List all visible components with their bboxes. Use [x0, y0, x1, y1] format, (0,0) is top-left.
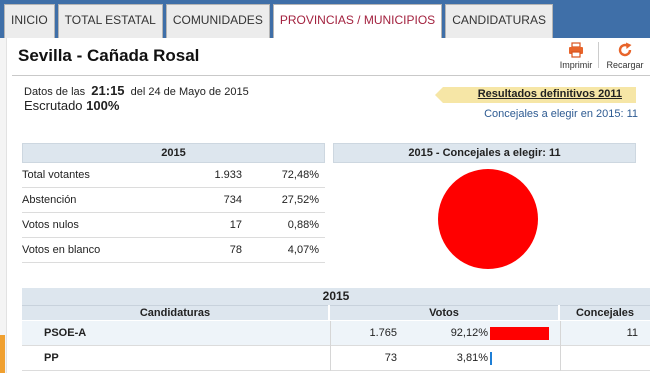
summary-percentage: 72,48%: [281, 169, 319, 181]
summary-percentage: 27,52%: [281, 194, 319, 206]
column-header-party: Candidaturas: [22, 305, 328, 320]
data-date: del 24 de Mayo de 2015: [130, 86, 249, 98]
print-button[interactable]: Imprimir: [554, 42, 598, 70]
top-navigation-bar: INICIO TOTAL ESTATAL COMUNIDADES PROVINC…: [0, 0, 650, 39]
table-row: PP 73 3,81%: [22, 346, 650, 371]
previous-results-label: Resultados definitivos 2011: [477, 88, 622, 100]
summary-label: Total votantes: [22, 169, 90, 181]
summary-value: 17: [229, 219, 242, 231]
summary-percentage: 4,07%: [287, 244, 319, 256]
print-label: Imprimir: [559, 60, 593, 70]
summary-row: Abstención 734 27,52%: [22, 188, 325, 213]
party-seats: 11: [626, 327, 638, 339]
summary-value: 78: [229, 244, 242, 256]
seats-pie-chart: [438, 169, 538, 269]
left-side-strip: [0, 38, 7, 373]
vote-share-bar-track: [490, 327, 554, 340]
reload-button[interactable]: Recargar: [603, 42, 647, 70]
column-header-votes: Votos: [330, 305, 558, 320]
party-percentage: 92,12%: [450, 327, 488, 339]
reload-label: Recargar: [606, 60, 644, 70]
vote-share-bar: [490, 352, 492, 365]
summary-label: Abstención: [22, 194, 77, 206]
tab-strip: INICIO TOTAL ESTATAL COMUNIDADES PROVINC…: [4, 4, 556, 39]
tab-inicio[interactable]: INICIO: [4, 4, 55, 38]
pie-slice: [438, 169, 538, 269]
date-prefix: Datos de las: [24, 86, 86, 98]
title-divider: [12, 75, 650, 76]
action-divider: [598, 42, 599, 68]
tab-provincias-municipios[interactable]: PROVINCIAS / MUNICIPIOS: [272, 4, 443, 39]
summary-label: Votos en blanco: [22, 244, 101, 256]
table-row: PSOE-A 1.765 92,12% 11: [22, 321, 650, 346]
column-divider: [560, 321, 561, 371]
seats-to-elect-note: Concejales a elegir en 2015: 11: [484, 108, 638, 120]
scrutiny-value: 100%: [86, 98, 120, 113]
column-header-seats: Concejales: [560, 305, 650, 320]
page-title: Sevilla - Cañada Rosal: [18, 46, 200, 65]
summary-value: 1.933: [214, 169, 242, 181]
previous-results-link[interactable]: Resultados definitivos 2011: [435, 87, 636, 103]
data-time: 21:15: [91, 83, 125, 98]
party-percentage: 3,81%: [456, 352, 488, 364]
main-content: Sevilla - Cañada Rosal Imprimir Recargar…: [0, 38, 650, 373]
vote-share-bar-track: [490, 352, 554, 365]
party-name: PP: [44, 352, 59, 364]
results-table-title: 2015: [22, 288, 650, 305]
seats-chart-header: 2015 - Concejales a elegir: 11: [333, 143, 636, 163]
summary-label: Votos nulos: [22, 219, 79, 231]
vote-share-bar: [490, 327, 549, 340]
scrutiny-label: Escrutado: [24, 98, 83, 113]
summary-value: 734: [223, 194, 242, 206]
column-divider: [330, 321, 331, 371]
summary-row: Votos en blanco 78 4,07%: [22, 238, 325, 263]
printer-icon: [569, 42, 583, 58]
tab-comunidades[interactable]: COMUNIDADES: [165, 4, 270, 38]
tab-total-estatal[interactable]: TOTAL ESTATAL: [57, 4, 163, 38]
party-votes: 1.765: [369, 327, 397, 339]
reload-icon: [618, 42, 632, 57]
summary-row: Votos nulos 17 0,88%: [22, 213, 325, 238]
summary-row: Total votantes 1.933 72,48%: [22, 163, 325, 188]
summary-header: 2015: [22, 143, 325, 163]
data-info: Datos de las 21:15 del 24 de Mayo de 201…: [24, 84, 249, 113]
side-marker: [0, 335, 5, 373]
party-votes: 73: [384, 352, 397, 364]
tab-candidaturas[interactable]: CANDIDATURAS: [445, 4, 553, 38]
summary-percentage: 0,88%: [287, 219, 319, 231]
party-name: PSOE-A: [44, 327, 87, 339]
